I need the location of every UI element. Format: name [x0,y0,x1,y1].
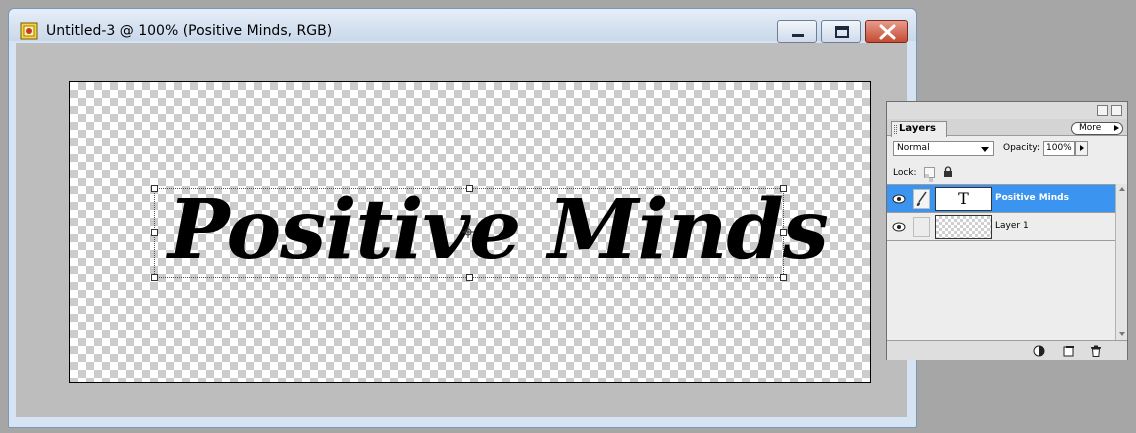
transform-handle[interactable] [151,185,158,192]
opacity-field[interactable]: 100% [1043,141,1075,156]
transform-center-icon[interactable] [462,226,474,238]
lock-transparency-checkbox[interactable] [924,167,935,182]
opacity-value: 100% [1046,143,1072,153]
panel-bottom-bar [887,340,1127,360]
adjustment-layer-icon[interactable] [1033,345,1045,357]
lock-icon[interactable] [943,166,953,178]
arrow-right-icon [1080,145,1084,151]
close-icon [879,24,896,40]
layer-link-cell[interactable] [913,217,930,237]
panel-tab-row: Layers More [887,119,1127,137]
layers-list: T Positive Minds Layer 1 [887,184,1115,340]
layer-thumbnail[interactable] [935,215,992,239]
document-window: Untitled-3 @ 100% (Positive Minds, RGB) … [8,8,917,428]
photoshop-doc-icon [20,22,40,42]
scroll-down-icon[interactable] [1119,332,1125,336]
panel-minimize-button[interactable] [1097,105,1108,116]
layers-scrollbar[interactable] [1115,184,1127,340]
layer-name[interactable]: Layer 1 [995,221,1029,231]
document-canvas[interactable]: Positive Minds [69,81,871,383]
panel-close-button[interactable] [1111,105,1122,116]
new-layer-icon[interactable] [1063,345,1075,357]
brush-icon [916,191,927,206]
layers-panel: Layers More Normal Opacity: 100% Lock: T… [886,101,1128,360]
eye-icon[interactable] [892,222,906,232]
layer-name[interactable]: Positive Minds [995,193,1069,203]
more-label: More [1079,123,1102,133]
transform-handle[interactable] [151,229,158,236]
panel-titlebar[interactable] [887,102,1127,120]
arrow-right-icon [1114,125,1119,131]
maximize-icon [835,26,849,38]
tab-layers[interactable]: Layers [891,121,947,137]
minimize-icon [792,34,804,37]
chevron-down-icon [981,147,989,152]
opacity-slider-button[interactable] [1075,141,1088,156]
eye-icon[interactable] [892,194,906,204]
transform-handle[interactable] [151,274,158,281]
layer-thumbnail[interactable]: T [935,187,992,211]
checkerboard-icon [925,174,933,182]
canvas-text-layer[interactable]: Positive Minds [168,180,829,280]
opacity-label: Opacity: [1003,143,1040,153]
more-menu-button[interactable]: More [1071,122,1123,135]
canvas-workspace[interactable]: Positive Minds [16,43,907,417]
close-button[interactable] [865,20,908,43]
lock-label: Lock: [893,168,917,178]
blend-mode-value: Normal [897,143,930,153]
layer-row[interactable]: T Positive Minds [887,185,1115,213]
layer-row[interactable]: Layer 1 [887,213,1115,241]
minimize-button[interactable] [777,20,817,43]
grip-icon [894,125,897,134]
layer-link-cell[interactable] [913,189,930,209]
tab-layers-label: Layers [899,123,936,134]
blend-mode-select[interactable]: Normal [893,141,994,156]
document-titlebar[interactable]: Untitled-3 @ 100% (Positive Minds, RGB) [9,9,916,43]
text-layer-icon: T [958,189,969,208]
maximize-button[interactable] [821,20,861,43]
trash-icon[interactable] [1090,345,1102,357]
scroll-up-icon[interactable] [1119,187,1125,191]
document-title: Untitled-3 @ 100% (Positive Minds, RGB) [46,23,333,39]
